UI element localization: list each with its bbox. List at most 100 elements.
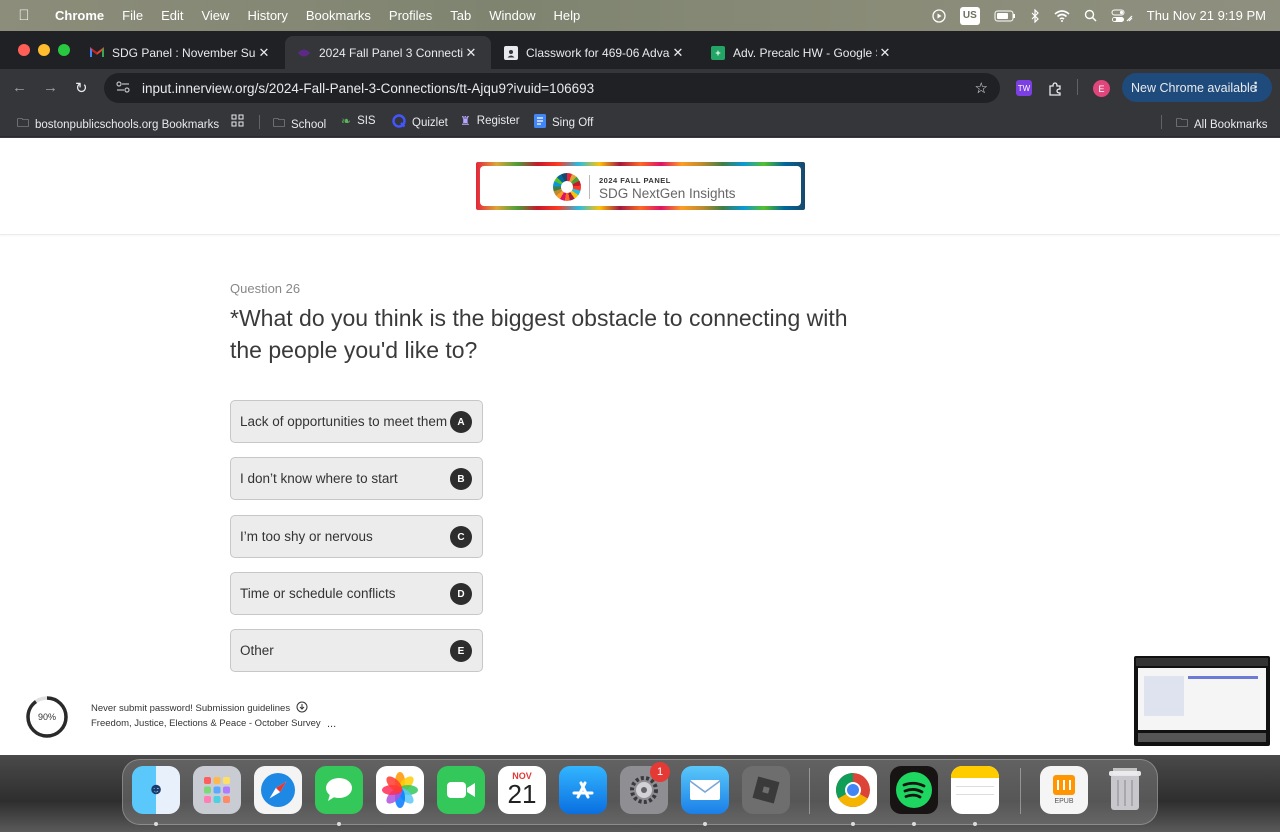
chrome-menu-icon[interactable]: ⋮ [1250, 79, 1263, 94]
tab-innerview-survey[interactable]: 2024 Fall Panel 3 Connections ✕ [285, 36, 491, 69]
close-tab-icon[interactable]: ✕ [463, 45, 479, 61]
survey-page: 2024 FALL PANEL SDG NextGen Insights Que… [0, 138, 1280, 755]
toolbar-divider [1077, 79, 1078, 95]
bookmarks-bar: 🗀 bostonpublicschools.org Bookmarks 🗀 Sc… [0, 107, 1280, 137]
new-chrome-label: New Chrome available [1131, 80, 1257, 95]
bookmark-label: Sing Off [552, 116, 594, 129]
extension-puzzle-purple-icon[interactable]: TW [1016, 80, 1032, 96]
choice-option-d[interactable]: Time or schedule conflicts D [230, 572, 483, 615]
bookmarks-divider [1161, 115, 1162, 129]
tab-title: SDG Panel : November Survey [112, 45, 256, 60]
download-circle-icon [296, 701, 308, 716]
address-bar[interactable]: input.innerview.org/s/2024-Fall-Panel-3-… [104, 73, 1000, 103]
guidelines-text: Never submit password! Submission guidel… [91, 703, 291, 714]
finder-icon[interactable]: ☻ [132, 766, 180, 814]
close-window-button[interactable] [18, 44, 30, 56]
dock-divider [809, 768, 810, 814]
thumbnail-dock [1138, 733, 1266, 742]
close-tab-icon[interactable]: ✕ [670, 45, 686, 61]
wifi-icon[interactable] [1054, 7, 1070, 25]
bookmark-sing-off[interactable]: Sing Off [534, 114, 593, 131]
screenshot-thumbnail[interactable] [1134, 656, 1270, 746]
menu-edit[interactable]: Edit [152, 8, 192, 23]
menu-window[interactable]: Window [480, 8, 544, 23]
choice-option-e[interactable]: Other E [230, 629, 483, 672]
control-center-icon[interactable] [1111, 7, 1133, 25]
bookmark-register[interactable]: ♜ Register [460, 114, 520, 128]
thumbnail-header-row [1188, 676, 1258, 679]
site-settings-icon[interactable] [116, 80, 130, 96]
new-chrome-available-button[interactable]: New Chrome available ⋮ [1122, 73, 1272, 102]
browser-toolbar: ← → ↻ input.innerview.org/s/2024-Fall-Pa… [0, 69, 1280, 107]
minimize-window-button[interactable] [38, 44, 50, 56]
facetime-icon[interactable] [437, 766, 485, 814]
banner-kicker: 2024 FALL PANEL [599, 176, 671, 185]
chrome-icon[interactable] [829, 766, 877, 814]
calendar-icon[interactable]: NOV 21 [498, 766, 546, 814]
thumbnail-table [1144, 676, 1184, 716]
menu-clock[interactable]: Thu Nov 21 9:19 PM [1147, 7, 1266, 25]
forward-arrow-icon[interactable]: → [43, 79, 58, 96]
survey-header: 2024 FALL PANEL SDG NextGen Insights [0, 138, 1280, 235]
leaf-icon: ❧ [341, 114, 352, 128]
spotlight-search-icon[interactable] [1084, 7, 1097, 25]
bookmarks-divider [259, 115, 260, 129]
tab-google-classroom[interactable]: Classwork for 469-06 Advanced ✕ [492, 36, 698, 69]
safari-icon[interactable] [254, 766, 302, 814]
zoom-window-button[interactable] [58, 44, 70, 56]
submission-guidelines-link[interactable]: Never submit password! Submission guidel… [91, 701, 308, 716]
menu-tab[interactable]: Tab [441, 8, 480, 23]
all-bookmarks-button[interactable]: 🗀 All Bookmarks [1176, 114, 1268, 135]
menu-history[interactable]: History [238, 8, 296, 23]
roblox-icon[interactable] [742, 766, 790, 814]
tab-sdg-panel-gmail[interactable]: SDG Panel : November Survey ✕ [78, 36, 284, 69]
register-icon: ♜ [460, 114, 471, 128]
choice-option-c[interactable]: I’m too shy or nervous C [230, 515, 483, 558]
bookmark-star-icon[interactable]: ☆ [975, 79, 988, 97]
mail-icon[interactable] [681, 766, 729, 814]
apple-menu-icon[interactable]:  [14, 7, 34, 24]
reload-icon[interactable]: ↻ [75, 79, 88, 97]
menu-profiles[interactable]: Profiles [380, 8, 441, 23]
close-tab-icon[interactable]: ✕ [877, 45, 893, 61]
menu-help[interactable]: Help [545, 8, 590, 23]
launchpad-icon[interactable] [193, 766, 241, 814]
choice-key-badge: E [450, 640, 472, 662]
banner-divider [589, 175, 590, 199]
bookmark-quizlet[interactable]: Quizlet [392, 114, 448, 131]
notes-line [955, 794, 995, 795]
close-tab-icon[interactable]: ✕ [256, 45, 272, 61]
bookmark-sis[interactable]: ❧ SIS [341, 114, 376, 128]
tab-google-sheets[interactable]: + Adv. Precalc HW - Google Sheets ✕ [699, 36, 905, 69]
back-arrow-icon[interactable]: ← [12, 79, 27, 96]
bluetooth-icon[interactable] [1030, 7, 1040, 25]
epub-label: EPUB [1054, 798, 1074, 805]
apps-grid-button[interactable] [231, 114, 244, 130]
choice-option-b[interactable]: I don’t know where to start B [230, 457, 483, 500]
bookmark-folder-bps[interactable]: 🗀 bostonpublicschools.org Bookmarks [17, 114, 219, 135]
settings-notification-badge: 1 [650, 762, 670, 782]
menu-file[interactable]: File [113, 8, 152, 23]
app-store-icon[interactable] [559, 766, 607, 814]
sdg-banner-logo: 2024 FALL PANEL SDG NextGen Insights [476, 162, 805, 210]
menu-bookmarks[interactable]: Bookmarks [297, 8, 380, 23]
battery-icon[interactable] [994, 7, 1016, 25]
messages-icon[interactable] [315, 766, 363, 814]
menu-app-name[interactable]: Chrome [46, 8, 113, 23]
innerview-icon [297, 46, 311, 60]
spotify-icon[interactable] [890, 766, 938, 814]
notes-icon[interactable] [951, 766, 999, 814]
epub-books-icon[interactable]: EPUB [1040, 766, 1088, 814]
bookmark-folder-school[interactable]: 🗀 School [273, 114, 326, 135]
bookmark-label: School [291, 118, 327, 131]
profile-avatar[interactable]: E [1093, 80, 1110, 97]
trash-icon[interactable] [1101, 766, 1149, 814]
question-number: Question 26 [230, 281, 301, 296]
menu-view[interactable]: View [192, 8, 238, 23]
photos-icon[interactable] [376, 766, 424, 814]
input-source-indicator[interactable]: US [959, 6, 980, 25]
choice-option-a[interactable]: Lack of opportunities to meet them A [230, 400, 483, 443]
extensions-puzzle-icon[interactable] [1047, 80, 1063, 96]
more-surveys-ellipsis[interactable]: ... [327, 718, 336, 730]
media-play-icon[interactable] [932, 7, 946, 25]
